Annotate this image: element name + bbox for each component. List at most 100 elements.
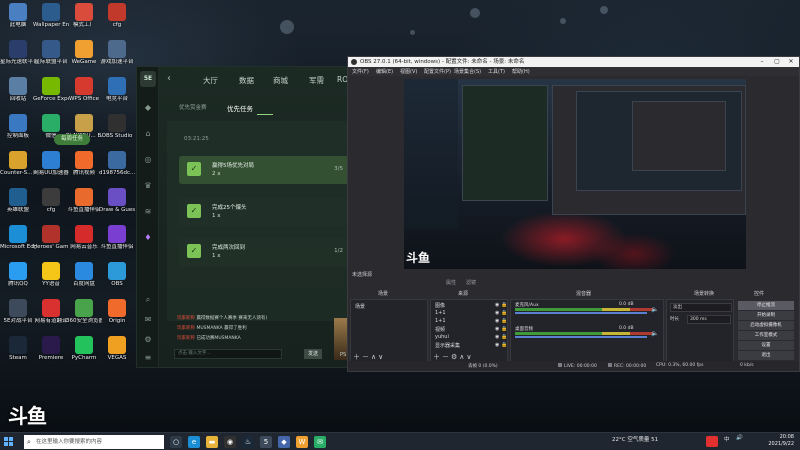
obs-preview-canvas[interactable]: 斗鱼 xyxy=(404,79,746,269)
menu-icon[interactable]: ≡ xyxy=(143,353,153,363)
speaker-icon[interactable]: 🔈 xyxy=(651,306,658,313)
source-item[interactable]: 图像 ◉ 🔒 xyxy=(435,302,507,309)
desktop-icon[interactable]: Origin xyxy=(99,298,135,336)
nav-supply[interactable]: 军需 xyxy=(309,75,324,86)
desktop-icon[interactable]: Counter-S... Global Off... xyxy=(0,150,36,188)
source-item[interactable]: 1+1 ◉ 🔒 xyxy=(435,310,507,316)
settings-icon[interactable]: ⚙ xyxy=(143,335,153,345)
speaker-icon[interactable]: 🔈 xyxy=(651,330,658,337)
taskbar-search-box[interactable]: ⌕ 在这里输入你要搜索的内容 xyxy=(24,435,164,449)
desktop-icon[interactable]: 星际光速联平台 xyxy=(0,39,36,77)
windows-start-icon[interactable] xyxy=(4,437,14,447)
desktop-icon[interactable]: OBS xyxy=(99,261,135,299)
menu-profile[interactable]: 配置文件(P) xyxy=(424,68,451,75)
eye-icon[interactable]: ◉ 🔒 xyxy=(495,342,507,348)
eye-icon[interactable]: ◉ 🔒 xyxy=(495,302,507,308)
source-item[interactable]: 显示器采集 ◉ 🔒 xyxy=(435,342,507,349)
desktop-icon[interactable]: 网易UU加速器 xyxy=(33,150,69,188)
file-explorer-icon[interactable]: ▬ xyxy=(206,436,218,448)
search-icon[interactable]: ⌕ xyxy=(143,295,153,305)
settings-button[interactable]: 设置 xyxy=(738,341,794,350)
task-view-icon[interactable]: ○ xyxy=(170,436,182,448)
desktop-icon[interactable]: Draw & Guess xyxy=(99,187,135,225)
back-arrow-icon[interactable]: ‹ xyxy=(167,73,171,84)
exit-button[interactable]: 退出 xyxy=(738,351,794,360)
tab-priority-bounty[interactable]: 优先赏金赛 xyxy=(179,103,207,111)
volume-slider[interactable] xyxy=(515,336,647,338)
desktop-icon[interactable]: 模式工厂 xyxy=(66,2,102,40)
desktop-icon[interactable]: 360安全浏览器 xyxy=(66,298,102,336)
desktop-icon[interactable]: cfg xyxy=(33,187,69,225)
shield-icon[interactable]: ◆ xyxy=(143,103,153,113)
wegame-icon[interactable]: W xyxy=(296,436,308,448)
volume-slider[interactable] xyxy=(515,312,647,314)
desktop-icon[interactable]: Wallpaper Engine: ... xyxy=(33,2,69,40)
duration-input[interactable]: 300 ms xyxy=(687,315,731,324)
eye-icon[interactable]: ◉ 🔒 xyxy=(495,334,507,340)
nav-lobby[interactable]: 大厅 xyxy=(203,75,218,86)
steam-icon[interactable]: ♨ xyxy=(242,436,254,448)
source-item[interactable]: 1+1 ◉ 🔒 xyxy=(435,318,507,324)
ime-indicator[interactable]: 中 xyxy=(724,435,730,443)
menu-edit[interactable]: 编辑(E) xyxy=(376,68,393,75)
desktop-icon[interactable]: YY语音 xyxy=(33,261,69,299)
desktop-icon[interactable]: 此电脑 xyxy=(0,2,36,40)
chat-user-name[interactable]: 玩家昵称 xyxy=(177,336,195,341)
source-item[interactable]: 视频 ◉ 🔒 xyxy=(435,326,507,333)
menu-help[interactable]: 帮助(H) xyxy=(512,68,530,75)
chat-user-name[interactable]: 玩家昵称 xyxy=(177,326,195,331)
home-icon[interactable]: ⌂ xyxy=(143,129,153,139)
desktop-icon[interactable]: WPS Office xyxy=(66,76,102,114)
desktop-icon[interactable]: Microsoft Edge xyxy=(0,224,36,262)
desktop-icon[interactable]: Steam xyxy=(0,335,36,373)
menu-view[interactable]: 视图(V) xyxy=(400,68,417,75)
desktop-icon[interactable]: WeGame xyxy=(66,39,102,77)
start-recording-button[interactable]: 开始录制 xyxy=(738,311,794,320)
studio-mode-button[interactable]: 工作室模式 xyxy=(738,331,794,340)
weather-widget[interactable]: 22°C 空气质量 51 xyxy=(612,435,658,443)
desktop-icon[interactable]: 回收站 xyxy=(0,76,36,114)
desktop-icon[interactable]: PyCharm xyxy=(66,335,102,373)
mail-icon[interactable]: ✉ xyxy=(143,315,153,325)
desktop-icon[interactable]: 网易云音乐 xyxy=(66,224,102,262)
wifi-icon[interactable]: ≋ xyxy=(143,207,153,217)
virtual-camera-button[interactable]: 启动虚拟摄像机 xyxy=(738,321,794,330)
menu-scene-collection[interactable]: 场景集合(S) xyxy=(454,68,481,75)
nav-store[interactable]: 商城 xyxy=(273,75,288,86)
sogou-ime-icon[interactable] xyxy=(706,436,718,447)
eye-icon[interactable]: ◉ 🔒 xyxy=(495,326,507,332)
desktop-icon[interactable]: 英雄联盟 xyxy=(0,187,36,225)
desktop-icon[interactable]: 腾讯视频 xyxy=(66,150,102,188)
desktop-icon[interactable]: 游戏加速平台 xyxy=(99,39,135,77)
obs-window[interactable]: OBS 27.0.1 (64-bit, windows) - 配置文件: 未命名… xyxy=(347,56,800,372)
task-card[interactable]: ✓ 赢得5场优先对局 2 x 3/5 xyxy=(179,156,349,184)
chat-send-button[interactable]: 发送 xyxy=(304,349,322,359)
chat-user-name[interactable]: 玩家昵称 xyxy=(177,316,195,321)
gift-icon[interactable]: ♦ xyxy=(143,233,153,243)
chat-icon[interactable]: ✉ xyxy=(314,436,326,448)
desktop-icon[interactable]: 斗鱼直播伴侣 xyxy=(66,187,102,225)
5e-icon[interactable]: 5 xyxy=(260,436,272,448)
close-icon[interactable]: ✕ xyxy=(784,57,798,67)
source-item[interactable]: yuhui ◉ 🔒 xyxy=(435,334,507,340)
desktop-icon[interactable]: VEGAS xyxy=(99,335,135,373)
desktop-icon[interactable]: 网易有道翻译 xyxy=(33,298,69,336)
minimize-icon[interactable]: – xyxy=(755,57,769,67)
desktop-icon[interactable]: OBS Studio xyxy=(99,113,135,151)
task-card[interactable]: ✓ 完成两次回到 1 x 1/2 xyxy=(179,238,349,266)
stop-streaming-button[interactable]: 停止推流 xyxy=(738,301,794,310)
volume-icon[interactable]: 🔊 xyxy=(736,435,743,441)
desktop-icon[interactable]: 控制面板 xyxy=(0,113,36,151)
scene-item[interactable]: 场景 xyxy=(355,303,365,310)
weekly-task-button[interactable]: 每周任务 xyxy=(54,134,90,145)
task-card[interactable]: ✓ 完成25个爆头 1 x xyxy=(179,198,349,226)
game-icon[interactable]: ◆ xyxy=(278,436,290,448)
menu-file[interactable]: 文件(F) xyxy=(352,68,369,75)
desktop-icon[interactable]: d198756dc... xyxy=(99,150,135,188)
desktop-icon[interactable]: GeForce Experience xyxy=(33,76,69,114)
desktop-icon[interactable]: 微信 xyxy=(33,113,69,151)
eye-icon[interactable]: ◉ 🔒 xyxy=(495,318,507,324)
taskbar-clock[interactable]: 20:08 2021/9/22 xyxy=(768,434,794,448)
eye-icon[interactable]: ◉ 🔒 xyxy=(495,310,507,316)
desktop-icon[interactable]: Heroes' Gam... xyxy=(33,224,69,262)
